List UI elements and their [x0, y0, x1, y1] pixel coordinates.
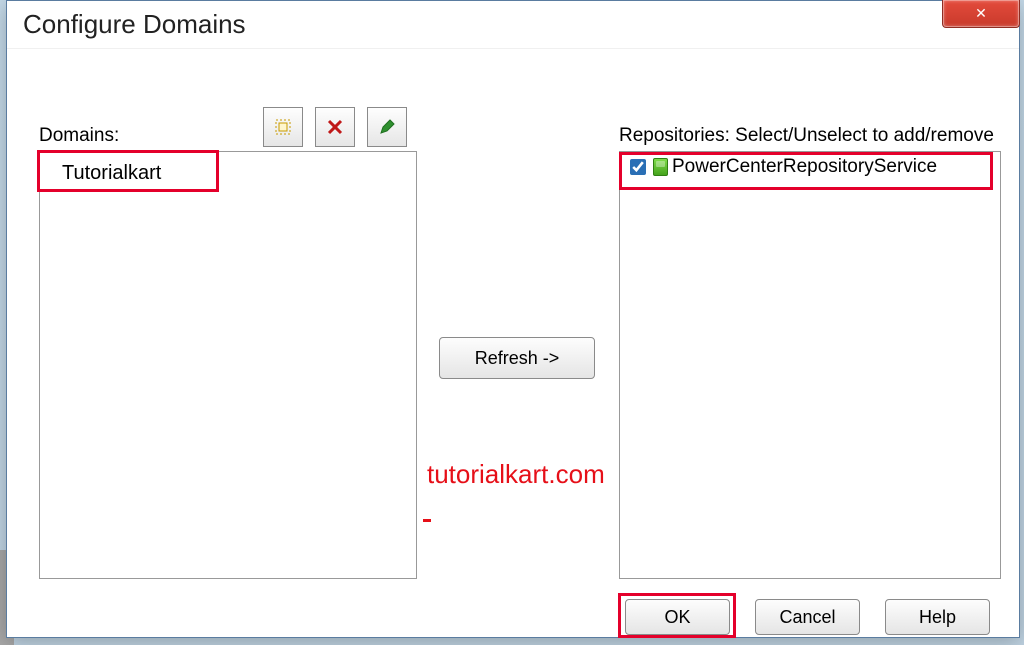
cancel-button-label: Cancel — [779, 607, 835, 628]
new-domain-icon — [274, 118, 292, 136]
help-button-label: Help — [919, 607, 956, 628]
repository-checkbox[interactable] — [630, 159, 646, 175]
cancel-button[interactable]: Cancel — [755, 599, 860, 635]
dialog-title: Configure Domains — [7, 1, 1019, 40]
watermark: tutorialkart.com — [427, 459, 605, 490]
edit-domain-button[interactable] — [367, 107, 407, 147]
domains-toolbar — [263, 107, 407, 147]
domains-listbox[interactable]: Tutorialkart — [39, 151, 417, 579]
dialog-body: Domains: Repositories: Select/Unselect t… — [7, 49, 1019, 637]
close-icon: ✕ — [975, 5, 987, 22]
repository-item-label: PowerCenterRepositoryService — [672, 156, 937, 178]
close-button[interactable]: ✕ — [942, 0, 1020, 28]
delete-domain-icon — [326, 118, 344, 136]
ok-button[interactable]: OK — [625, 599, 730, 635]
configure-domains-dialog: Configure Domains ✕ Domains: Repositorie… — [6, 0, 1020, 638]
repositories-label: Repositories: Select/Unselect to add/rem… — [619, 125, 994, 147]
ok-button-label: OK — [664, 607, 690, 628]
repository-icon — [653, 158, 668, 176]
refresh-button[interactable]: Refresh -> — [439, 337, 595, 379]
edit-domain-icon — [378, 118, 396, 136]
domain-item[interactable]: Tutorialkart — [40, 152, 416, 195]
help-button[interactable]: Help — [885, 599, 990, 635]
refresh-button-label: Refresh -> — [475, 348, 560, 369]
domain-item-label: Tutorialkart — [62, 162, 161, 184]
repository-item[interactable]: PowerCenterRepositoryService — [620, 152, 1000, 182]
delete-domain-button[interactable] — [315, 107, 355, 147]
repositories-listbox[interactable]: PowerCenterRepositoryService — [619, 151, 1001, 579]
domains-label: Domains: — [39, 125, 119, 147]
titlebar: Configure Domains ✕ — [7, 1, 1019, 49]
new-domain-button[interactable] — [263, 107, 303, 147]
